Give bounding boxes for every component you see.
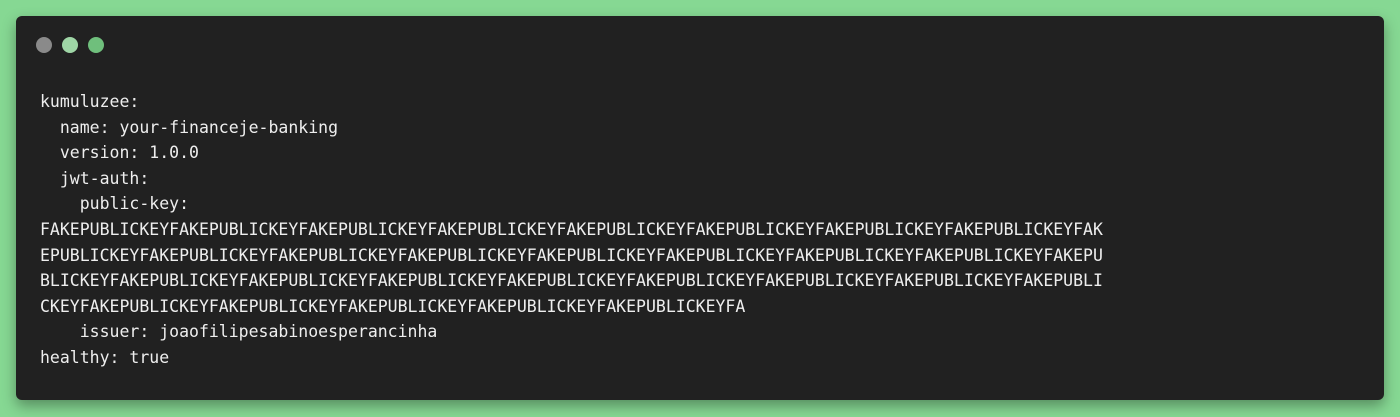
- code-line-issuer: issuer: joaofilipesabinoesperancinha: [40, 322, 438, 342]
- code-line-version: version: 1.0.0: [40, 143, 199, 163]
- window-titlebar: [36, 37, 104, 53]
- code-block: kumuluzee: name: your-financeje-banking …: [40, 89, 1360, 371]
- code-line-key-part-2: EPUBLICKEYFAKEPUBLICKEYFAKEPUBLICKEYFAKE…: [40, 245, 1103, 265]
- code-line-jwt-auth: jwt-auth:: [40, 168, 150, 188]
- window-dot-1: [36, 37, 52, 53]
- window-dot-3: [88, 37, 104, 53]
- code-line-key-part-3: BLICKEYFAKEPUBLICKEYFAKEPUBLICKEYFAKEPUB…: [40, 271, 1103, 291]
- window-dot-2: [62, 37, 78, 53]
- code-line-kumuluzee: kumuluzee:: [40, 92, 140, 111]
- code-line-name: name: your-financeje-banking: [40, 117, 339, 137]
- code-line-key-part-4: CKEYFAKEPUBLICKEYFAKEPUBLICKEYFAKEPUBLIC…: [40, 296, 746, 316]
- code-line-public-key: public-key:: [40, 194, 190, 214]
- code-window: kumuluzee: name: your-financeje-banking …: [16, 16, 1384, 400]
- code-line-key-part-1: FAKEPUBLICKEYFAKEPUBLICKEYFAKEPUBLICKEYF…: [40, 219, 1103, 239]
- code-line-healthy: healthy: true: [40, 347, 170, 367]
